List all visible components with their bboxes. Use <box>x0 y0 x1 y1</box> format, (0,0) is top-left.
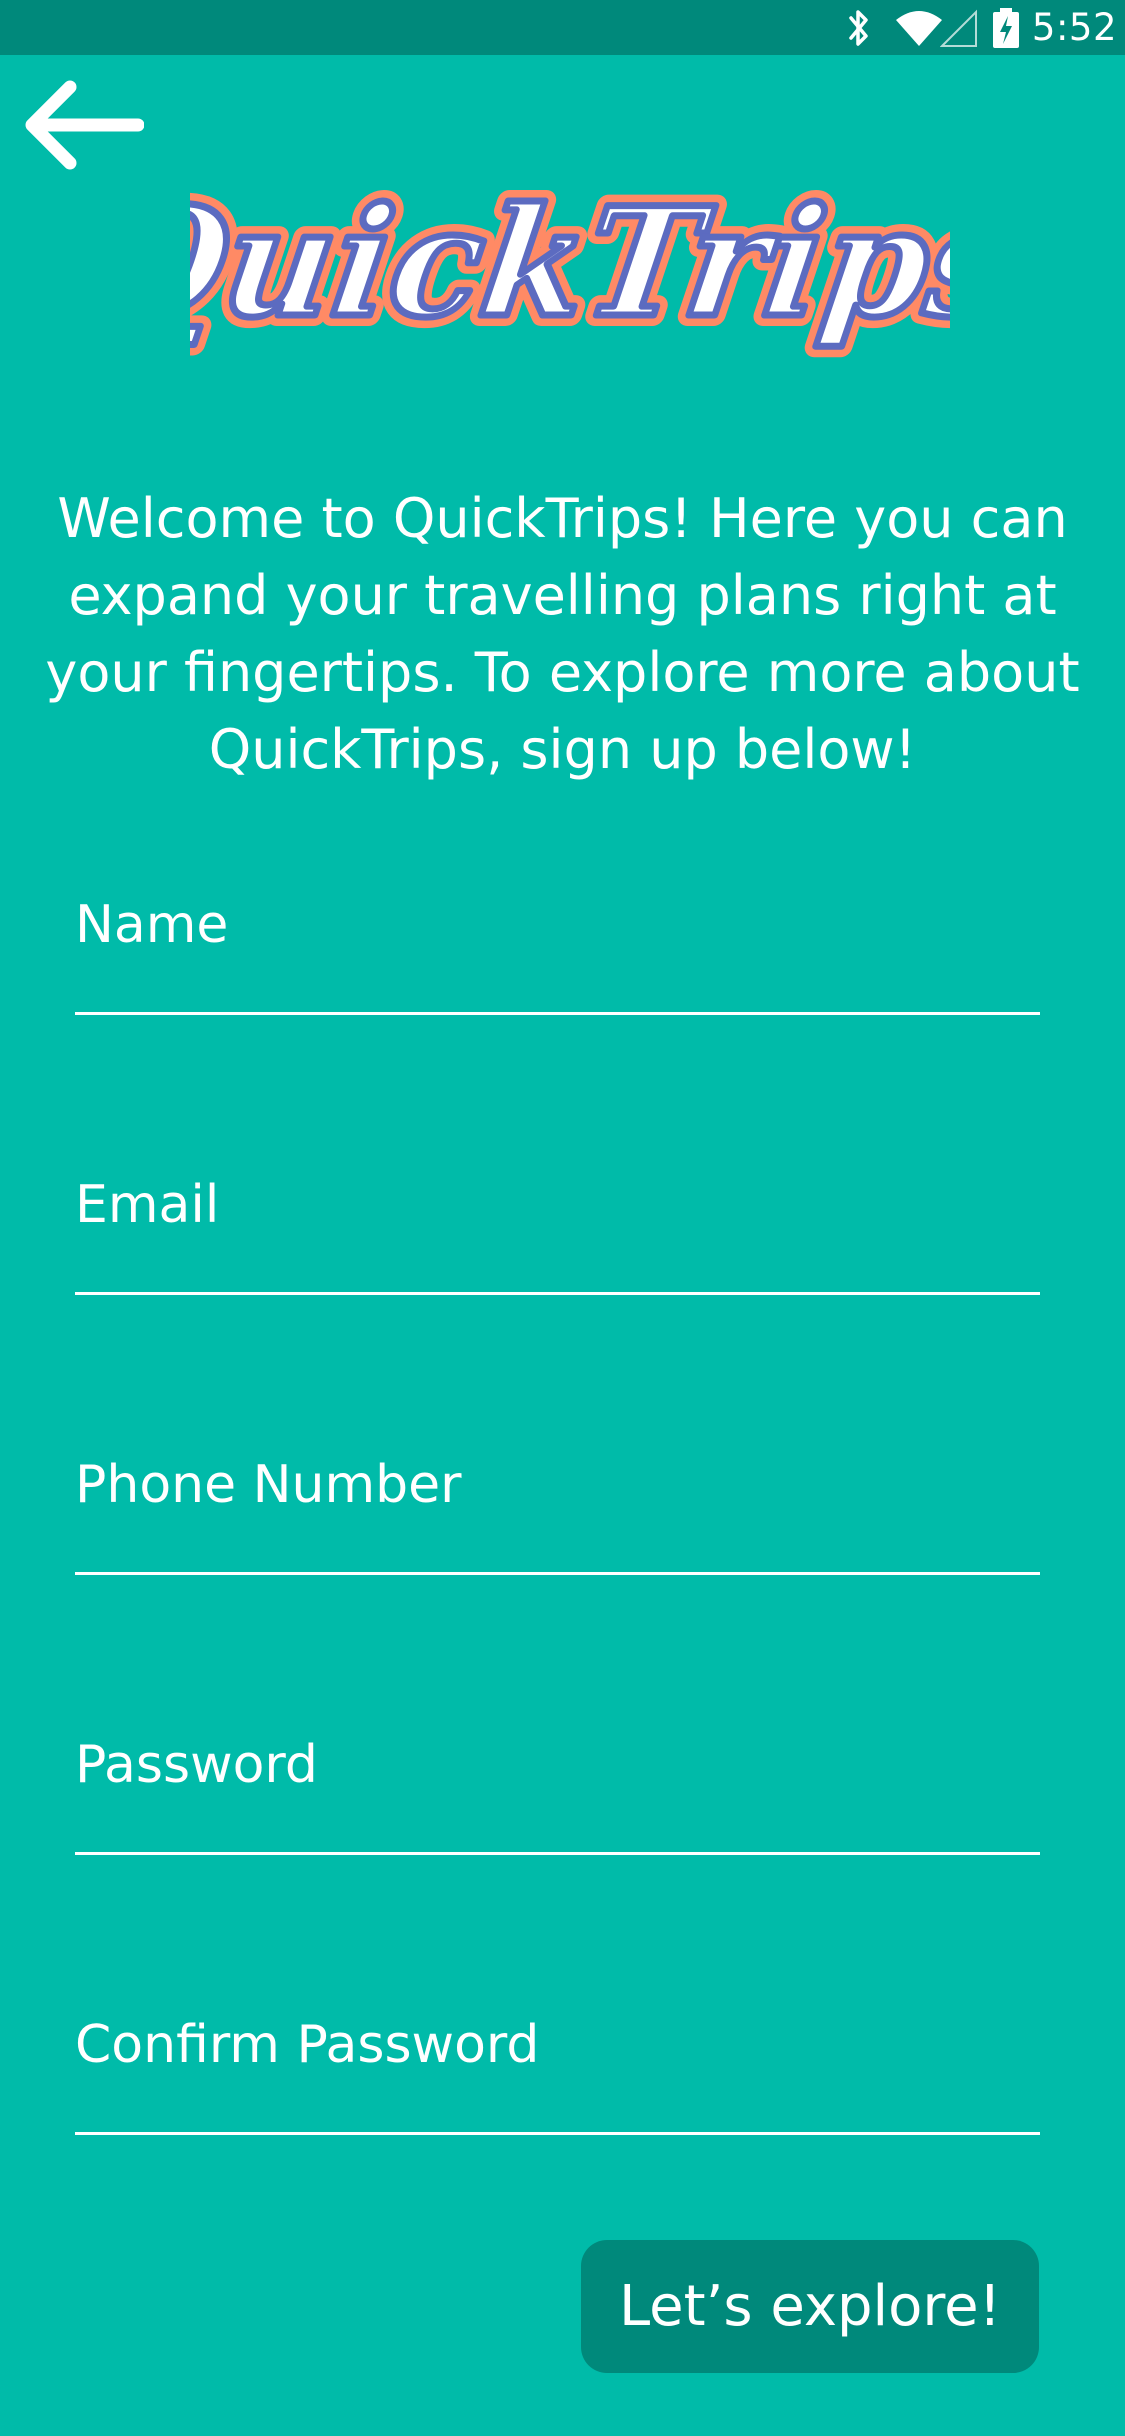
back-button[interactable] <box>18 72 148 182</box>
status-time: 5:52 <box>1031 6 1117 49</box>
arrow-left-icon <box>22 78 145 176</box>
confirm-password-field-underline <box>75 2132 1040 2135</box>
email-input[interactable] <box>75 1175 1040 1295</box>
bluetooth-icon <box>846 8 872 48</box>
phone-number-field[interactable]: Phone Number <box>75 1455 1040 1575</box>
phone-number-input[interactable] <box>75 1455 1040 1575</box>
quicktrips-logo: QuickTrips QuickTrips <box>72 150 1037 380</box>
password-field[interactable]: Password <box>75 1735 1040 1855</box>
confirm-password-field[interactable]: Confirm Password <box>75 2015 1040 2135</box>
welcome-message: Welcome to QuickTrips! Here you can expa… <box>45 487 1080 781</box>
phone-number-field-underline <box>75 1572 1040 1575</box>
status-icons: 5:52 <box>846 0 1125 55</box>
name-field-underline <box>75 1012 1040 1015</box>
wifi-icon <box>894 8 944 48</box>
email-field[interactable]: Email <box>75 1175 1040 1295</box>
password-input[interactable] <box>75 1735 1040 1855</box>
name-input[interactable] <box>75 895 1040 1015</box>
lets-explore-button[interactable]: Let’s explore! <box>581 2240 1039 2373</box>
name-field[interactable]: Name <box>75 895 1040 1015</box>
cell-signal-icon <box>939 8 978 48</box>
battery-charging-icon <box>992 7 1020 49</box>
password-field-underline <box>75 1852 1040 1855</box>
confirm-password-input[interactable] <box>75 2015 1040 2135</box>
email-field-underline <box>75 1292 1040 1295</box>
svg-text:QuickTrips: QuickTrips <box>190 174 950 351</box>
status-bar: 5:52 <box>0 0 1125 55</box>
